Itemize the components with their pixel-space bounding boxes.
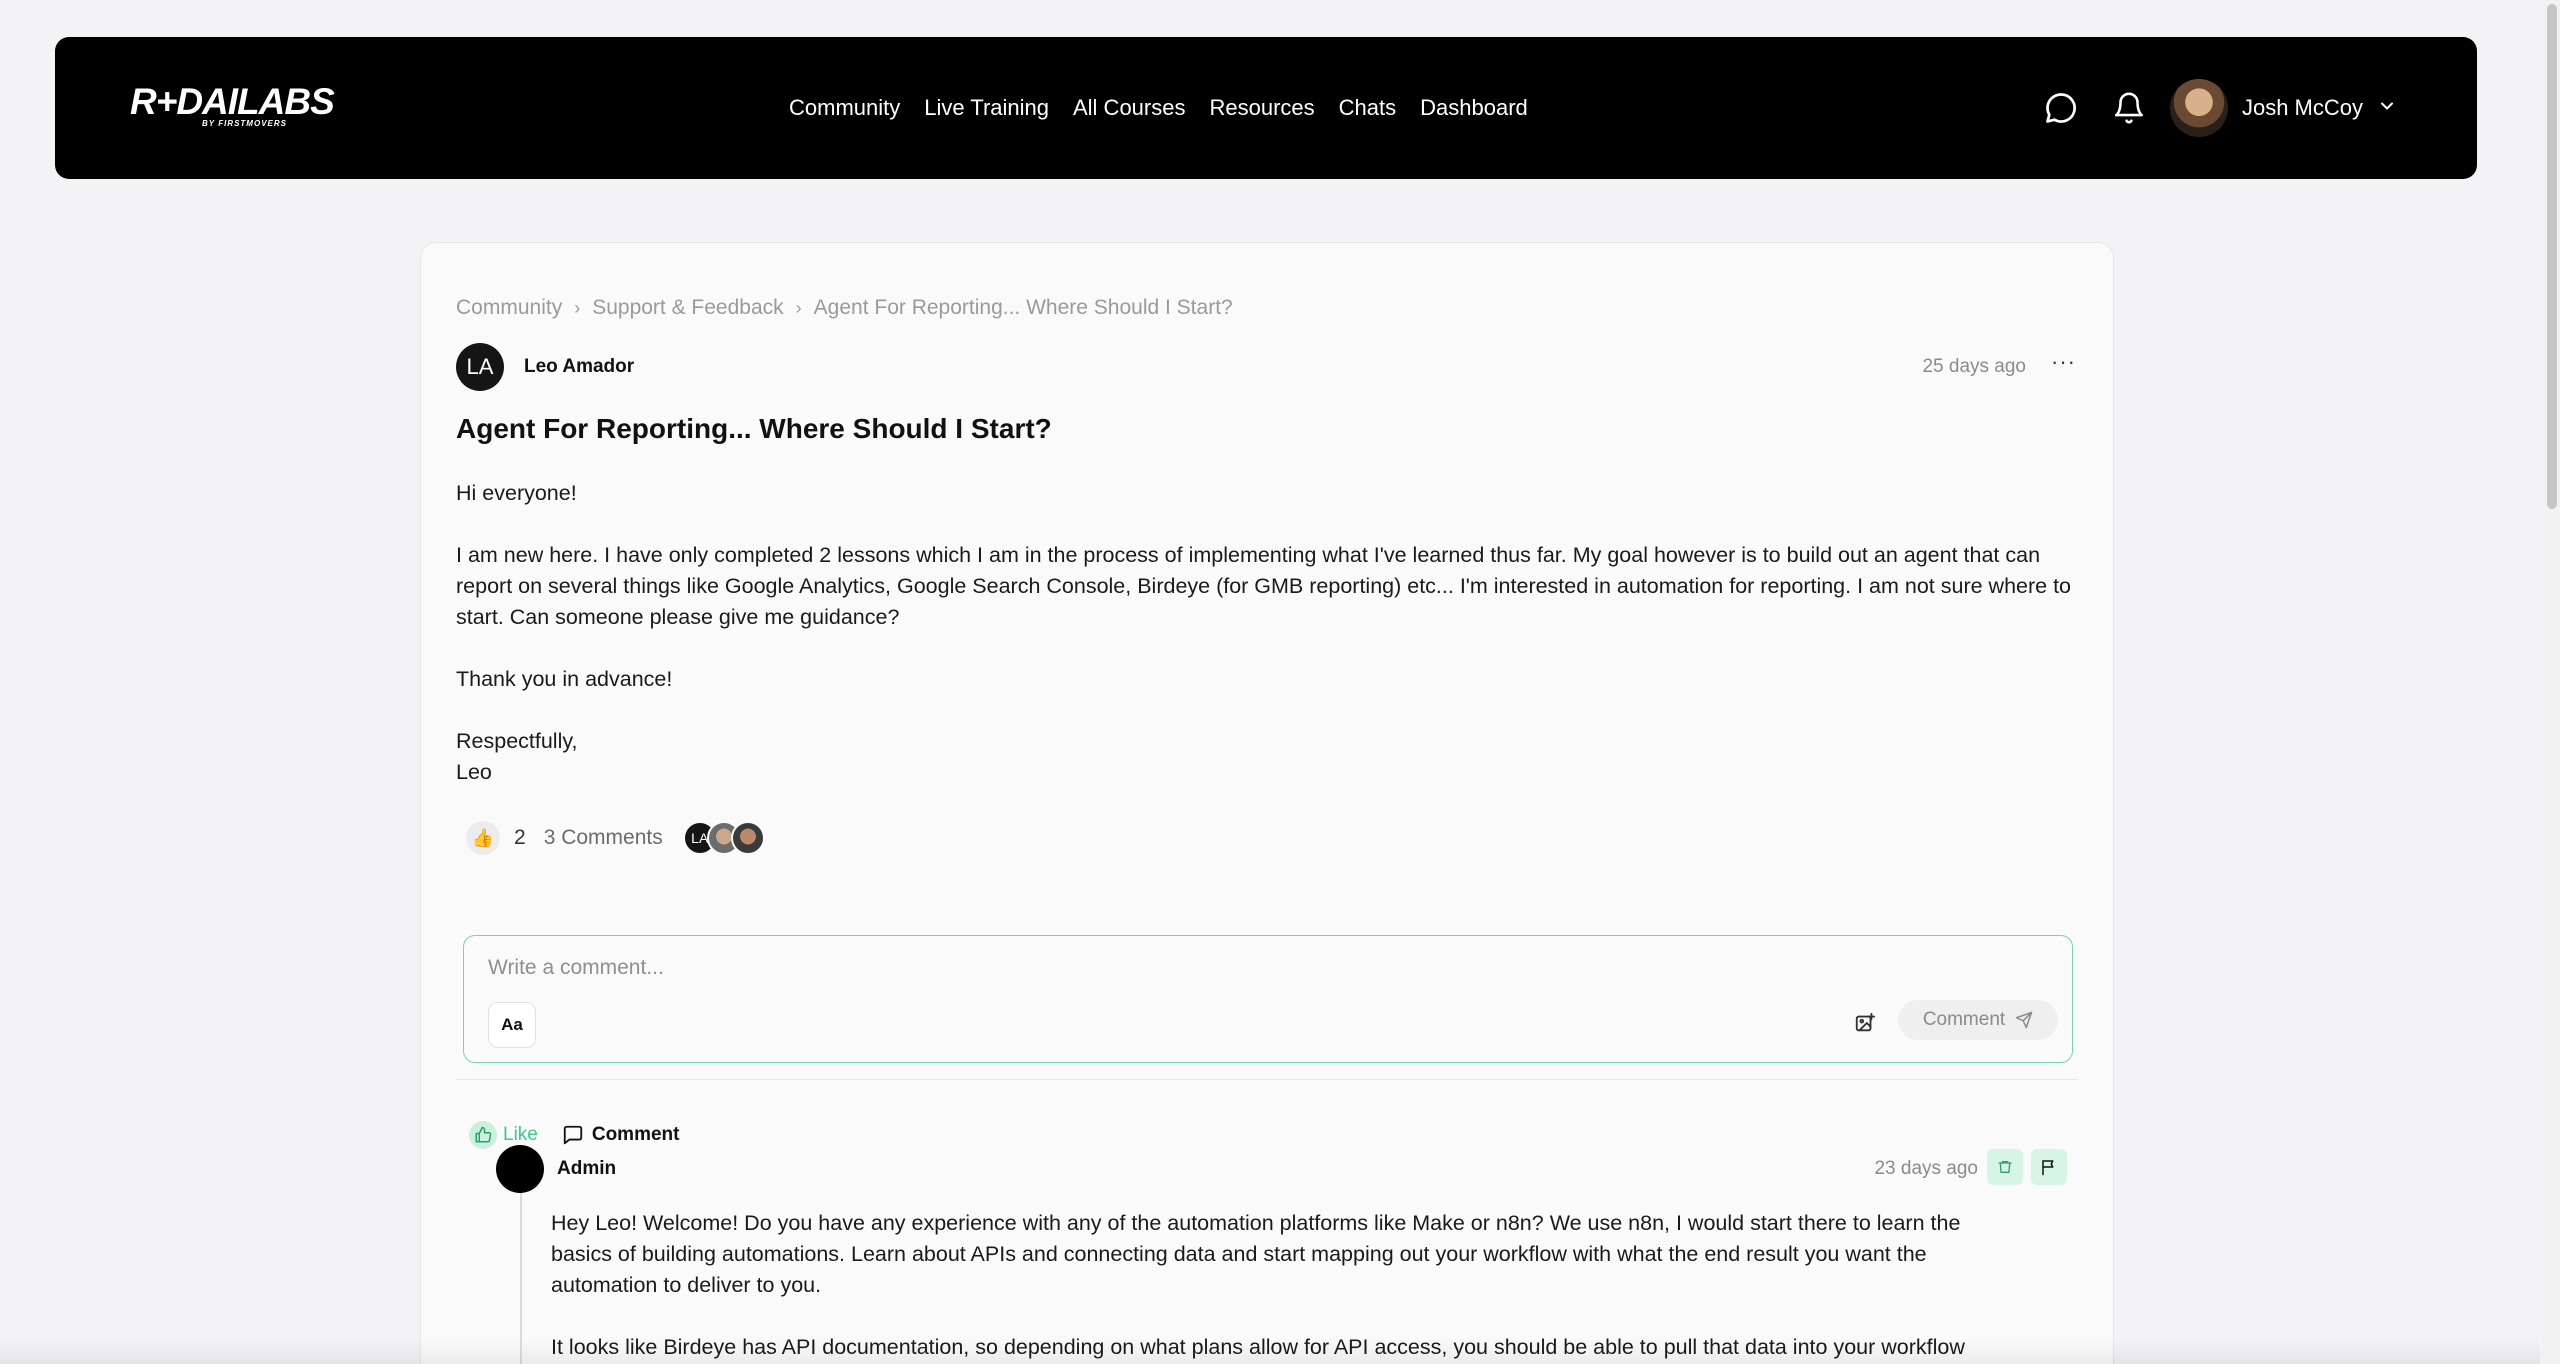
like-label: Like xyxy=(503,1124,538,1145)
chevron-right-icon: › xyxy=(574,297,581,318)
post-title: Agent For Reporting... Where Should I St… xyxy=(456,413,1052,444)
commenter-avatar xyxy=(730,821,765,855)
post-paragraph: I am new here. I have only completed 2 l… xyxy=(456,543,2071,629)
user-name[interactable]: Josh McCoy xyxy=(2242,95,2363,121)
nav-live-training[interactable]: Live Training xyxy=(924,95,1049,121)
flag-icon xyxy=(2042,1160,2054,1176)
chat-bubble-icon[interactable] xyxy=(2040,87,2082,129)
logo-sub-text: BY FIRSTMOVERS xyxy=(202,119,287,128)
post-author[interactable]: Leo Amador xyxy=(524,356,634,378)
breadcrumb-current-post: Agent For Reporting... Where Should I St… xyxy=(813,296,1233,319)
post-paragraph: Leo xyxy=(456,760,492,784)
comment-timestamp: 23 days ago xyxy=(1874,1158,1978,1179)
page-scrollbar[interactable] xyxy=(2542,0,2560,1364)
submit-comment-label: Comment xyxy=(1922,1009,2006,1030)
bottom-fade xyxy=(0,1338,2540,1364)
trash-icon xyxy=(1998,1161,2012,1173)
like-count: 2 xyxy=(514,826,526,849)
post-paragraph: Thank you in advance! xyxy=(456,667,673,691)
comment-icon xyxy=(562,1124,584,1146)
comments-count-link[interactable]: 3 Comments xyxy=(544,826,663,850)
submit-comment-button[interactable]: Comment xyxy=(1898,1000,2058,1040)
main-nav: Community Live Training All Courses Reso… xyxy=(789,37,1552,179)
report-comment-button[interactable] xyxy=(2031,1149,2067,1185)
comment-paragraph: Hey Leo! Welcome! Do you have any experi… xyxy=(551,1211,1961,1297)
thumbs-up-icon xyxy=(469,1121,497,1149)
comment-button[interactable]: Comment xyxy=(562,1124,680,1146)
nav-chats[interactable]: Chats xyxy=(1339,95,1396,121)
post-paragraph: Hi everyone! xyxy=(456,481,577,505)
post-body: Hi everyone! I am new here. I have only … xyxy=(456,478,2096,819)
site-logo[interactable]: R+DAILABS BY FIRSTMOVERS xyxy=(130,81,335,133)
nav-resources[interactable]: Resources xyxy=(1209,95,1314,121)
comment-input[interactable]: Write a comment... xyxy=(488,956,664,980)
author-avatar[interactable]: LA xyxy=(456,343,504,391)
text-format-button[interactable]: Aa xyxy=(488,1002,536,1048)
like-button[interactable]: Like xyxy=(469,1121,538,1149)
top-navigation-bar: R+DAILABS BY FIRSTMOVERS Community Live … xyxy=(55,37,2477,179)
logo-main-text: R+DAILABS xyxy=(130,81,335,122)
breadcrumb-support-feedback[interactable]: Support & Feedback xyxy=(592,296,783,320)
thumbs-up-reaction-icon[interactable]: 👍 xyxy=(466,821,500,855)
add-image-icon[interactable] xyxy=(1850,1008,1880,1038)
more-options-icon[interactable]: ··· xyxy=(2051,349,2076,375)
scrollbar-thumb[interactable] xyxy=(2547,4,2557,509)
post-actions: Like Comment xyxy=(469,1121,703,1149)
nav-dashboard[interactable]: Dashboard xyxy=(1420,95,1528,121)
commenter-avatars: LA xyxy=(682,821,765,855)
user-avatar[interactable] xyxy=(2169,79,2228,137)
post-stats: 👍 2 3 Comments LA xyxy=(466,818,765,858)
comment-author-avatar[interactable] xyxy=(496,1145,544,1193)
post-timestamp: 25 days ago xyxy=(1922,356,2026,377)
header-actions: Josh McCoy xyxy=(2040,37,2397,179)
send-icon xyxy=(2015,1011,2033,1029)
post-card: Community › Support & Feedback › Agent F… xyxy=(420,242,2114,1364)
nav-all-courses[interactable]: All Courses xyxy=(1073,95,1185,121)
comment-composer[interactable]: Write a comment... Aa Comment xyxy=(463,935,2073,1063)
comment-author[interactable]: Admin xyxy=(557,1158,616,1180)
post-header: LA Leo Amador 25 days ago ··· xyxy=(456,343,2076,391)
breadcrumb: Community › Support & Feedback › Agent F… xyxy=(456,296,1233,320)
bell-icon[interactable] xyxy=(2108,87,2150,129)
post-paragraph: Respectfully, xyxy=(456,729,578,753)
delete-comment-button[interactable] xyxy=(1987,1149,2023,1185)
comment-label: Comment xyxy=(591,1124,680,1145)
divider xyxy=(456,1079,2078,1080)
chevron-down-icon[interactable] xyxy=(2377,96,2397,121)
breadcrumb-community[interactable]: Community xyxy=(456,296,562,320)
chevron-right-icon: › xyxy=(795,297,802,318)
nav-community[interactable]: Community xyxy=(789,95,900,121)
